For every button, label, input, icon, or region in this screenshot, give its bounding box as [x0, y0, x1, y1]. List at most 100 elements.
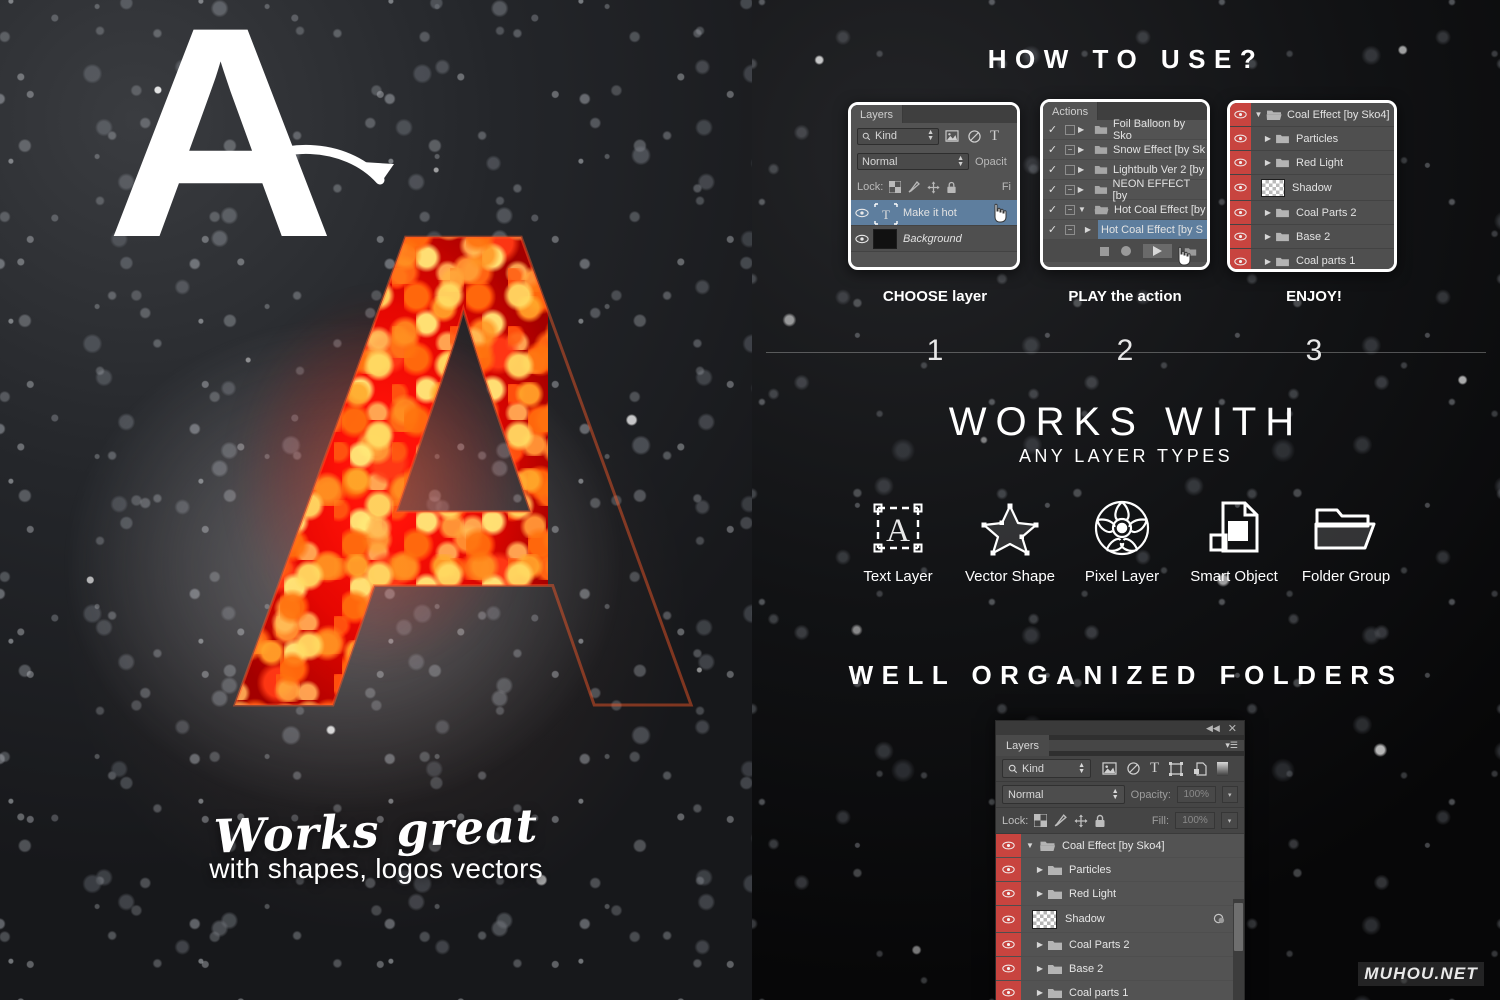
fill-slider-button[interactable]: ▾: [1221, 812, 1238, 829]
expand-triangle-icon[interactable]: ▶: [1021, 988, 1047, 997]
expand-triangle-icon[interactable]: ▶: [1021, 940, 1047, 949]
expand-triangle-icon[interactable]: ▶: [1251, 232, 1275, 241]
lock-transparency-icon[interactable]: [889, 181, 902, 193]
lock-transparency-icon[interactable]: [1034, 814, 1048, 827]
layer-row-make-it-hot[interactable]: T Make it hot: [851, 200, 1017, 226]
expand-triangle-icon[interactable]: ▶: [1021, 964, 1047, 973]
check-icon[interactable]: ✓: [1043, 143, 1062, 156]
type-layer-icon[interactable]: T: [1150, 761, 1159, 776]
expand-triangle-icon[interactable]: ▶: [1251, 208, 1275, 217]
result-layer-row[interactable]: ▶ Particles: [1230, 127, 1394, 151]
tab-layers[interactable]: Layers: [851, 105, 904, 123]
layer-effects-icon[interactable]: [1213, 913, 1226, 925]
result-layer-row[interactable]: ▶ Red Light: [1230, 151, 1394, 175]
close-icon[interactable]: ✕: [1228, 722, 1237, 735]
layers-panel-step1[interactable]: Layers Kind ▲ ▼ T Normal ▲ ▼ Opacit Lock…: [848, 102, 1020, 270]
toggle-dialog-box[interactable]: [1062, 164, 1078, 175]
result-layers-panel-step3[interactable]: ▼ Coal Effect [by Sko4] ▶ Particles ▶ Re…: [1227, 100, 1397, 272]
collapse-triangle-icon[interactable]: ▼: [1021, 841, 1039, 850]
toggle-dialog-box[interactable]: −: [1062, 204, 1078, 215]
expand-triangle-icon[interactable]: ▶: [1078, 165, 1094, 174]
image-layer-icon[interactable]: [945, 130, 959, 142]
check-icon[interactable]: ✓: [1043, 163, 1062, 176]
layers-scrollbar-thumb[interactable]: [1234, 903, 1243, 951]
result-layer-row[interactable]: ▶ Base 2: [1230, 225, 1394, 249]
layer-row[interactable]: ▶ Base 2: [996, 957, 1244, 981]
collapse-triangle-icon[interactable]: ▼: [1251, 110, 1266, 119]
eye-icon[interactable]: [996, 906, 1021, 932]
image-layer-icon[interactable]: [1102, 762, 1117, 775]
expand-triangle-icon[interactable]: ▶: [1251, 158, 1275, 167]
expand-triangle-icon[interactable]: ▶: [1078, 225, 1098, 234]
well-organized-layers-panel[interactable]: ◀◀ ✕ Layers ▾☰ Kind ▲ ▼ T Normal ▲ ▼ Opa…: [995, 720, 1245, 1000]
type-layer-icon[interactable]: T: [990, 129, 999, 144]
lock-image-brush-icon[interactable]: [1053, 813, 1068, 828]
action-row[interactable]: ✓ − ▶ NEON EFFECT [by: [1043, 178, 1207, 202]
eye-icon[interactable]: [1230, 249, 1251, 269]
eye-icon[interactable]: [996, 981, 1021, 1000]
layer-row[interactable]: ▼ Coal Effect [by Sko4]: [996, 834, 1244, 858]
expand-triangle-icon[interactable]: ▶: [1021, 865, 1047, 874]
eye-icon[interactable]: [996, 957, 1021, 980]
eye-icon[interactable]: [996, 933, 1021, 956]
kind-filter-select[interactable]: Kind ▲ ▼: [1002, 759, 1091, 778]
layer-row[interactable]: ▶ Red Light: [996, 882, 1244, 906]
check-icon[interactable]: ✓: [1043, 223, 1062, 236]
eye-icon[interactable]: [1230, 225, 1251, 248]
shape-layer-icon[interactable]: [1169, 761, 1184, 776]
action-row[interactable]: ✓ − ▼ Hot Coal Effect [by: [1043, 200, 1207, 220]
toggle-dialog-box[interactable]: −: [1062, 144, 1078, 155]
blend-mode-select[interactable]: Normal ▲ ▼: [1002, 785, 1125, 804]
eye-icon[interactable]: [1230, 175, 1251, 200]
eye-icon[interactable]: [1230, 127, 1251, 150]
action-row[interactable]: ✓ ▶ Foil Balloon by Sko: [1043, 118, 1207, 142]
eye-icon[interactable]: [996, 834, 1021, 857]
smart-object-layer-icon[interactable]: [1193, 761, 1207, 776]
layer-row[interactable]: ▶ Particles: [996, 858, 1244, 882]
stop-button[interactable]: [1100, 246, 1109, 256]
eye-icon[interactable]: [996, 882, 1021, 905]
play-button[interactable]: [1143, 244, 1172, 258]
eye-icon[interactable]: [851, 234, 873, 244]
result-layer-row[interactable]: Shadow: [1230, 175, 1394, 201]
actions-panel-step2[interactable]: Actions ✓ ▶ Foil Balloon by Sko ✓ − ▶ Sn…: [1040, 99, 1210, 270]
opacity-value[interactable]: 100%: [1177, 786, 1216, 803]
layer-row[interactable]: ▶ Coal parts 1: [996, 981, 1244, 1000]
collapse-icon[interactable]: ◀◀: [1206, 723, 1220, 734]
tab-layers[interactable]: Layers: [996, 735, 1050, 756]
layer-row-background[interactable]: Background: [851, 226, 1017, 252]
result-layer-row[interactable]: ▶ Coal parts 1: [1230, 249, 1394, 269]
check-icon[interactable]: ✓: [1043, 203, 1062, 216]
result-layer-row[interactable]: ▶ Coal Parts 2: [1230, 201, 1394, 225]
action-row[interactable]: ✓ − ▶ Snow Effect [by Sk: [1043, 140, 1207, 160]
filter-toggle-icon[interactable]: [1217, 761, 1229, 776]
eye-icon[interactable]: [996, 858, 1021, 881]
result-layer-row[interactable]: ▼ Coal Effect [by Sko4]: [1230, 103, 1394, 127]
expand-triangle-icon[interactable]: ▶: [1021, 889, 1047, 898]
expand-triangle-icon[interactable]: ▶: [1078, 125, 1094, 134]
collapse-triangle-icon[interactable]: ▼: [1078, 205, 1094, 214]
lock-image-brush-icon[interactable]: [907, 180, 921, 194]
lock-all-icon[interactable]: [1094, 814, 1106, 828]
lock-position-move-icon[interactable]: [927, 180, 940, 194]
opacity-slider-button[interactable]: ▾: [1221, 786, 1238, 803]
check-icon[interactable]: ✓: [1043, 183, 1062, 196]
kind-filter-select[interactable]: Kind ▲ ▼: [857, 127, 939, 145]
eye-icon[interactable]: [851, 208, 873, 218]
tab-actions[interactable]: Actions: [1043, 102, 1099, 120]
eye-icon[interactable]: [1230, 151, 1251, 174]
eye-icon[interactable]: [1230, 103, 1251, 126]
toggle-dialog-box[interactable]: −: [1062, 184, 1078, 195]
lock-all-icon[interactable]: [946, 181, 957, 194]
expand-triangle-icon[interactable]: ▶: [1078, 145, 1094, 154]
action-row-selected[interactable]: ✓ − ▶ Hot Coal Effect [by S: [1043, 220, 1207, 240]
blend-mode-select[interactable]: Normal ▲ ▼: [857, 153, 969, 170]
panel-menu-button[interactable]: ▾☰: [1049, 740, 1244, 751]
toggle-dialog-box[interactable]: [1062, 124, 1078, 135]
toggle-dialog-box[interactable]: −: [1062, 224, 1078, 235]
eye-icon[interactable]: [1230, 201, 1251, 224]
record-button[interactable]: [1121, 246, 1131, 256]
check-icon[interactable]: ✓: [1043, 123, 1062, 136]
expand-triangle-icon[interactable]: ▶: [1078, 185, 1094, 194]
lock-position-move-icon[interactable]: [1074, 814, 1088, 828]
